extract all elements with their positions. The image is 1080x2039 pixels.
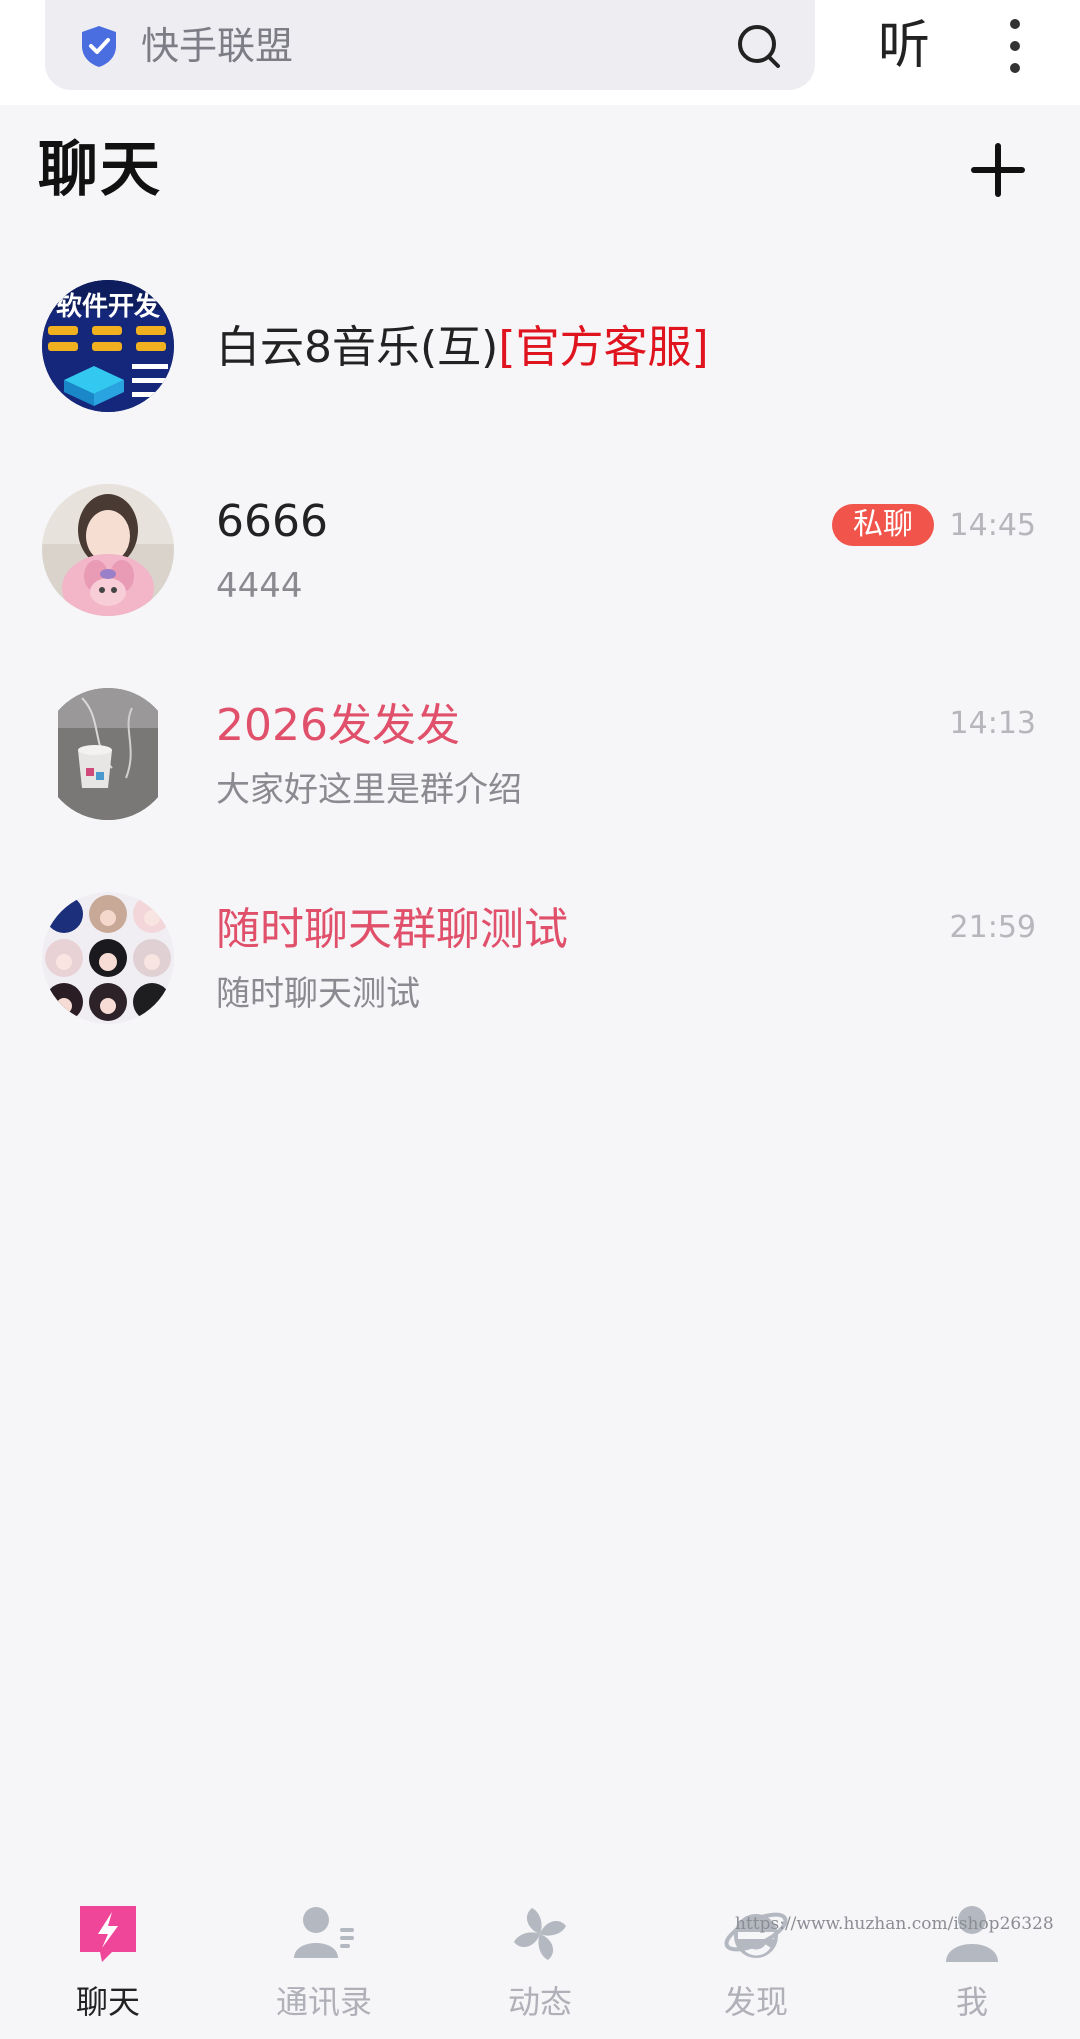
nav-item-me[interactable]: 我 xyxy=(864,1880,1080,2039)
chat-list-item[interactable]: 随时聊天群聊测试 随时聊天测试 21:59 xyxy=(0,892,1080,1072)
chat-time: 14:13 xyxy=(949,706,1036,741)
chat-name: 6666 xyxy=(216,496,328,547)
nav-item-moments[interactable]: 动态 xyxy=(432,1880,648,2039)
top-bar: 快手联盟 听 xyxy=(0,0,1080,105)
shield-icon xyxy=(82,26,116,67)
bottom-nav: 聊天 通讯录 动态 发现 我 xyxy=(0,1880,1080,2039)
watermark: https://www.huzhan.com/ishop26328 xyxy=(735,1914,1054,1934)
chat-list-item[interactable]: 6666 4444 私聊 14:45 xyxy=(0,484,1080,664)
add-icon[interactable] xyxy=(970,142,1026,198)
group-avatar xyxy=(42,892,174,1024)
avatar xyxy=(42,484,174,616)
nav-label: 发现 xyxy=(723,1983,788,2021)
person-icon xyxy=(946,1906,998,1962)
search-placeholder: 快手联盟 xyxy=(141,24,294,68)
nav-label: 通讯录 xyxy=(275,1983,372,2021)
more-vertical-icon[interactable] xyxy=(1000,16,1030,76)
chat-list-item[interactable]: 2026发发发 大家好这里是群介绍 14:13 xyxy=(0,688,1080,868)
avatar: 软件开发 xyxy=(42,280,174,412)
search-icon[interactable] xyxy=(735,22,783,70)
nav-item-contacts[interactable]: 通讯录 xyxy=(216,1880,432,2039)
chat-bolt-icon xyxy=(80,1906,136,1962)
nav-item-discover[interactable]: 发现 xyxy=(648,1880,864,2039)
chat-list-item[interactable]: 软件开发 白云8音乐(互)[官方客服] xyxy=(0,280,1080,460)
contacts-icon xyxy=(294,1907,354,1958)
page-title: 聊天 xyxy=(38,135,162,205)
chat-name: 随时聊天群聊测试 xyxy=(216,904,568,955)
chat-preview: 大家好这里是群介绍 xyxy=(216,770,522,810)
official-tag: [官方客服] xyxy=(498,322,709,373)
chat-name-text: 白云8音乐(互) xyxy=(216,322,499,373)
pinwheel-icon xyxy=(514,1908,566,1960)
browser-e-icon xyxy=(724,1912,788,1958)
listen-button[interactable]: 听 xyxy=(878,14,930,78)
private-chat-badge: 私聊 xyxy=(832,504,934,546)
chat-preview: 4444 xyxy=(216,566,303,606)
avatar xyxy=(42,688,174,820)
nav-label: 动态 xyxy=(507,1983,572,2021)
search-bar[interactable]: 快手联盟 xyxy=(45,0,815,90)
nav-label: 我 xyxy=(955,1983,988,2021)
chat-preview: 随时聊天测试 xyxy=(216,974,420,1014)
chat-time: 21:59 xyxy=(949,910,1036,945)
avatar-banner-text: 软件开发 xyxy=(56,291,160,322)
chat-time: 14:45 xyxy=(949,508,1036,543)
chat-name: 白云8音乐(互)[官方客服] xyxy=(216,320,709,376)
nav-item-chat[interactable]: 聊天 xyxy=(0,1880,216,2039)
nav-label: 聊天 xyxy=(75,1983,140,2021)
chat-name: 2026发发发 xyxy=(216,700,460,751)
